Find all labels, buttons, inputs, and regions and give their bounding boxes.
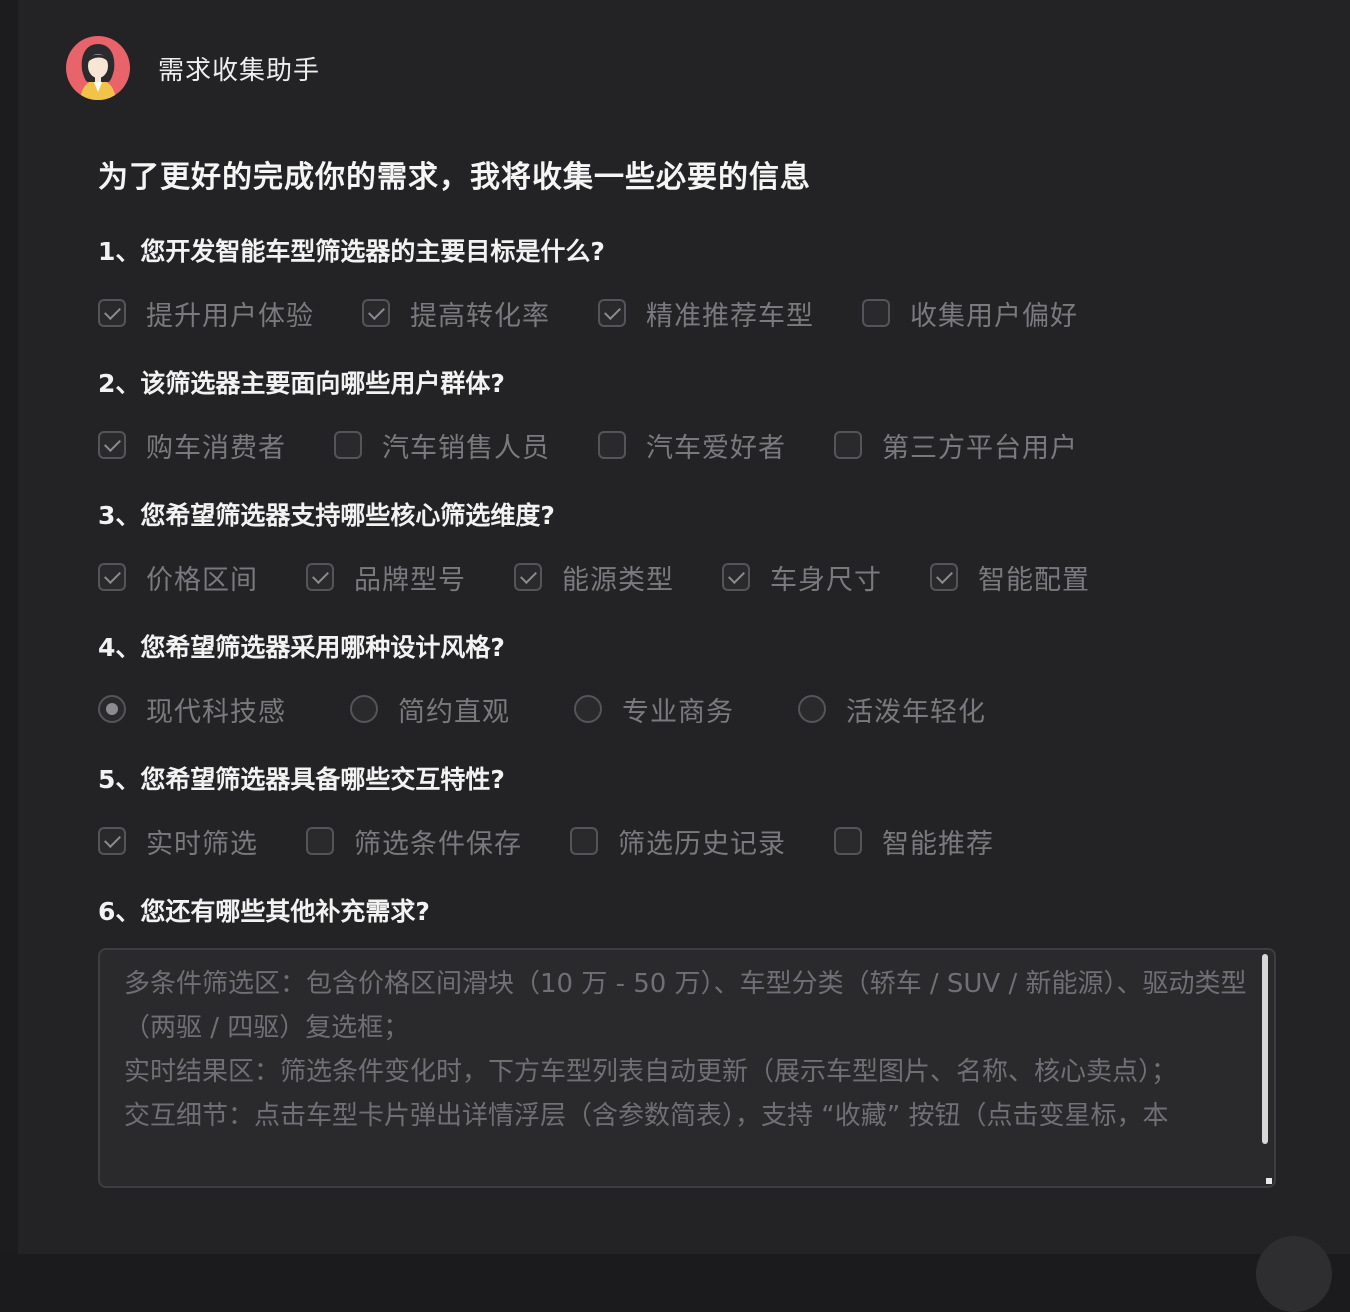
option-label: 能源类型 — [562, 564, 674, 596]
option-label: 车身尺寸 — [770, 564, 882, 596]
checkbox-icon[interactable] — [98, 299, 126, 327]
radio-icon[interactable] — [574, 695, 602, 723]
checkbox-icon[interactable] — [98, 563, 126, 591]
question-6: 6、您还有哪些其他补充需求? — [98, 895, 430, 929]
question-5: 5、您希望筛选器具备哪些交互特性? 实时筛选 筛选条件保存 筛选历史记录 智能推… — [98, 763, 993, 861]
option-checkbox[interactable]: 智能推荐 — [834, 821, 994, 861]
checkbox-icon[interactable] — [334, 431, 362, 459]
option-checkbox[interactable]: 品牌型号 — [306, 557, 466, 597]
question-title: 5、您希望筛选器具备哪些交互特性? — [98, 765, 505, 794]
checkbox-icon[interactable] — [722, 563, 750, 591]
option-checkbox[interactable]: 汽车爱好者 — [598, 425, 786, 465]
option-label: 提升用户体验 — [146, 300, 314, 332]
question-3: 3、您希望筛选器支持哪些核心筛选维度? 价格区间 品牌型号 能源类型 车身尺寸 … — [98, 499, 1089, 597]
extra-requirements-textarea[interactable]: 多条件筛选区：包含价格区间滑块（10 万 - 50 万）、车型分类（轿车 / S… — [98, 948, 1276, 1188]
option-group: 购车消费者 汽车销售人员 汽车爱好者 第三方平台用户 — [98, 425, 1077, 465]
option-checkbox[interactable]: 车身尺寸 — [722, 557, 882, 597]
radio-icon[interactable] — [98, 695, 126, 723]
option-label: 筛选条件保存 — [354, 828, 522, 860]
option-group: 现代科技感 简约直观 专业商务 活泼年轻化 — [98, 689, 985, 729]
checkbox-icon[interactable] — [362, 299, 390, 327]
option-label: 品牌型号 — [354, 564, 466, 596]
option-label: 活泼年轻化 — [846, 696, 986, 728]
option-label: 精准推荐车型 — [646, 300, 814, 332]
assistant-header: 需求收集助手 — [66, 36, 320, 100]
floating-action-button[interactable] — [1256, 1236, 1332, 1312]
option-checkbox[interactable]: 提升用户体验 — [98, 293, 314, 333]
question-title: 4、您希望筛选器采用哪种设计风格? — [98, 633, 505, 662]
radio-icon[interactable] — [798, 695, 826, 723]
option-label: 第三方平台用户 — [882, 432, 1078, 464]
question-1: 1、您开发智能车型筛选器的主要目标是什么? 提升用户体验 提高转化率 精准推荐车… — [98, 235, 1077, 333]
option-group: 价格区间 品牌型号 能源类型 车身尺寸 智能配置 — [98, 557, 1089, 597]
question-title: 2、该筛选器主要面向哪些用户群体? — [98, 369, 505, 398]
option-group: 提升用户体验 提高转化率 精准推荐车型 收集用户偏好 — [98, 293, 1077, 333]
option-label: 智能推荐 — [882, 828, 994, 860]
checkbox-icon[interactable] — [930, 563, 958, 591]
option-checkbox[interactable]: 价格区间 — [98, 557, 258, 597]
option-label: 收集用户偏好 — [910, 300, 1078, 332]
checkbox-icon[interactable] — [834, 827, 862, 855]
question-2: 2、该筛选器主要面向哪些用户群体? 购车消费者 汽车销售人员 汽车爱好者 第三方… — [98, 367, 1077, 465]
option-label: 实时筛选 — [146, 828, 258, 860]
assistant-name: 需求收集助手 — [158, 55, 321, 86]
checkbox-icon[interactable] — [514, 563, 542, 591]
radio-icon[interactable] — [350, 695, 378, 723]
option-group: 实时筛选 筛选条件保存 筛选历史记录 智能推荐 — [98, 821, 993, 861]
option-label: 现代科技感 — [146, 696, 286, 728]
checkbox-icon[interactable] — [598, 431, 626, 459]
option-checkbox[interactable]: 智能配置 — [930, 557, 1090, 597]
checkbox-icon[interactable] — [862, 299, 890, 327]
option-label: 提高转化率 — [410, 300, 550, 332]
option-checkbox[interactable]: 汽车销售人员 — [334, 425, 550, 465]
checkbox-icon[interactable] — [306, 827, 334, 855]
option-checkbox[interactable]: 提高转化率 — [362, 293, 550, 333]
option-radio[interactable]: 现代科技感 — [98, 689, 286, 729]
option-radio[interactable]: 专业商务 — [574, 689, 734, 729]
option-checkbox[interactable]: 实时筛选 — [98, 821, 258, 861]
option-checkbox[interactable]: 收集用户偏好 — [862, 293, 1078, 333]
checkbox-icon[interactable] — [834, 431, 862, 459]
option-radio[interactable]: 活泼年轻化 — [798, 689, 986, 729]
option-checkbox[interactable]: 能源类型 — [514, 557, 674, 597]
option-label: 筛选历史记录 — [618, 828, 786, 860]
question-4: 4、您希望筛选器采用哪种设计风格? 现代科技感 简约直观 专业商务 活泼年轻化 — [98, 631, 985, 729]
option-label: 汽车销售人员 — [382, 432, 550, 464]
checkbox-icon[interactable] — [306, 563, 334, 591]
option-checkbox[interactable]: 筛选条件保存 — [306, 821, 522, 861]
textarea-scrollbar[interactable] — [1262, 954, 1268, 1144]
option-checkbox[interactable]: 第三方平台用户 — [834, 425, 1078, 465]
questionnaire-panel: 需求收集助手 为了更好的完成你的需求，我将收集一些必要的信息 1、您开发智能车型… — [0, 0, 1350, 1312]
option-checkbox[interactable]: 购车消费者 — [98, 425, 286, 465]
option-radio[interactable]: 简约直观 — [350, 689, 510, 729]
option-label: 专业商务 — [622, 696, 734, 728]
option-label: 购车消费者 — [146, 432, 286, 464]
question-title: 6、您还有哪些其他补充需求? — [98, 897, 430, 926]
checkbox-icon[interactable] — [98, 827, 126, 855]
option-label: 智能配置 — [978, 564, 1090, 596]
resize-handle-icon[interactable] — [1266, 1178, 1272, 1184]
checkbox-icon[interactable] — [598, 299, 626, 327]
checkbox-icon[interactable] — [570, 827, 598, 855]
option-checkbox[interactable]: 筛选历史记录 — [570, 821, 786, 861]
checkbox-icon[interactable] — [98, 431, 126, 459]
option-label: 价格区间 — [146, 564, 258, 596]
extra-requirements-text[interactable]: 多条件筛选区：包含价格区间滑块（10 万 - 50 万）、车型分类（轿车 / S… — [124, 962, 1248, 1138]
female-assistant-avatar-icon — [66, 36, 130, 100]
option-label: 汽车爱好者 — [646, 432, 786, 464]
intro-heading: 为了更好的完成你的需求，我将收集一些必要的信息 — [98, 160, 811, 195]
left-edge-divider — [0, 0, 18, 1254]
question-title: 3、您希望筛选器支持哪些核心筛选维度? — [98, 501, 555, 530]
option-checkbox[interactable]: 精准推荐车型 — [598, 293, 814, 333]
option-label: 简约直观 — [398, 696, 510, 728]
question-title: 1、您开发智能车型筛选器的主要目标是什么? — [98, 237, 605, 266]
